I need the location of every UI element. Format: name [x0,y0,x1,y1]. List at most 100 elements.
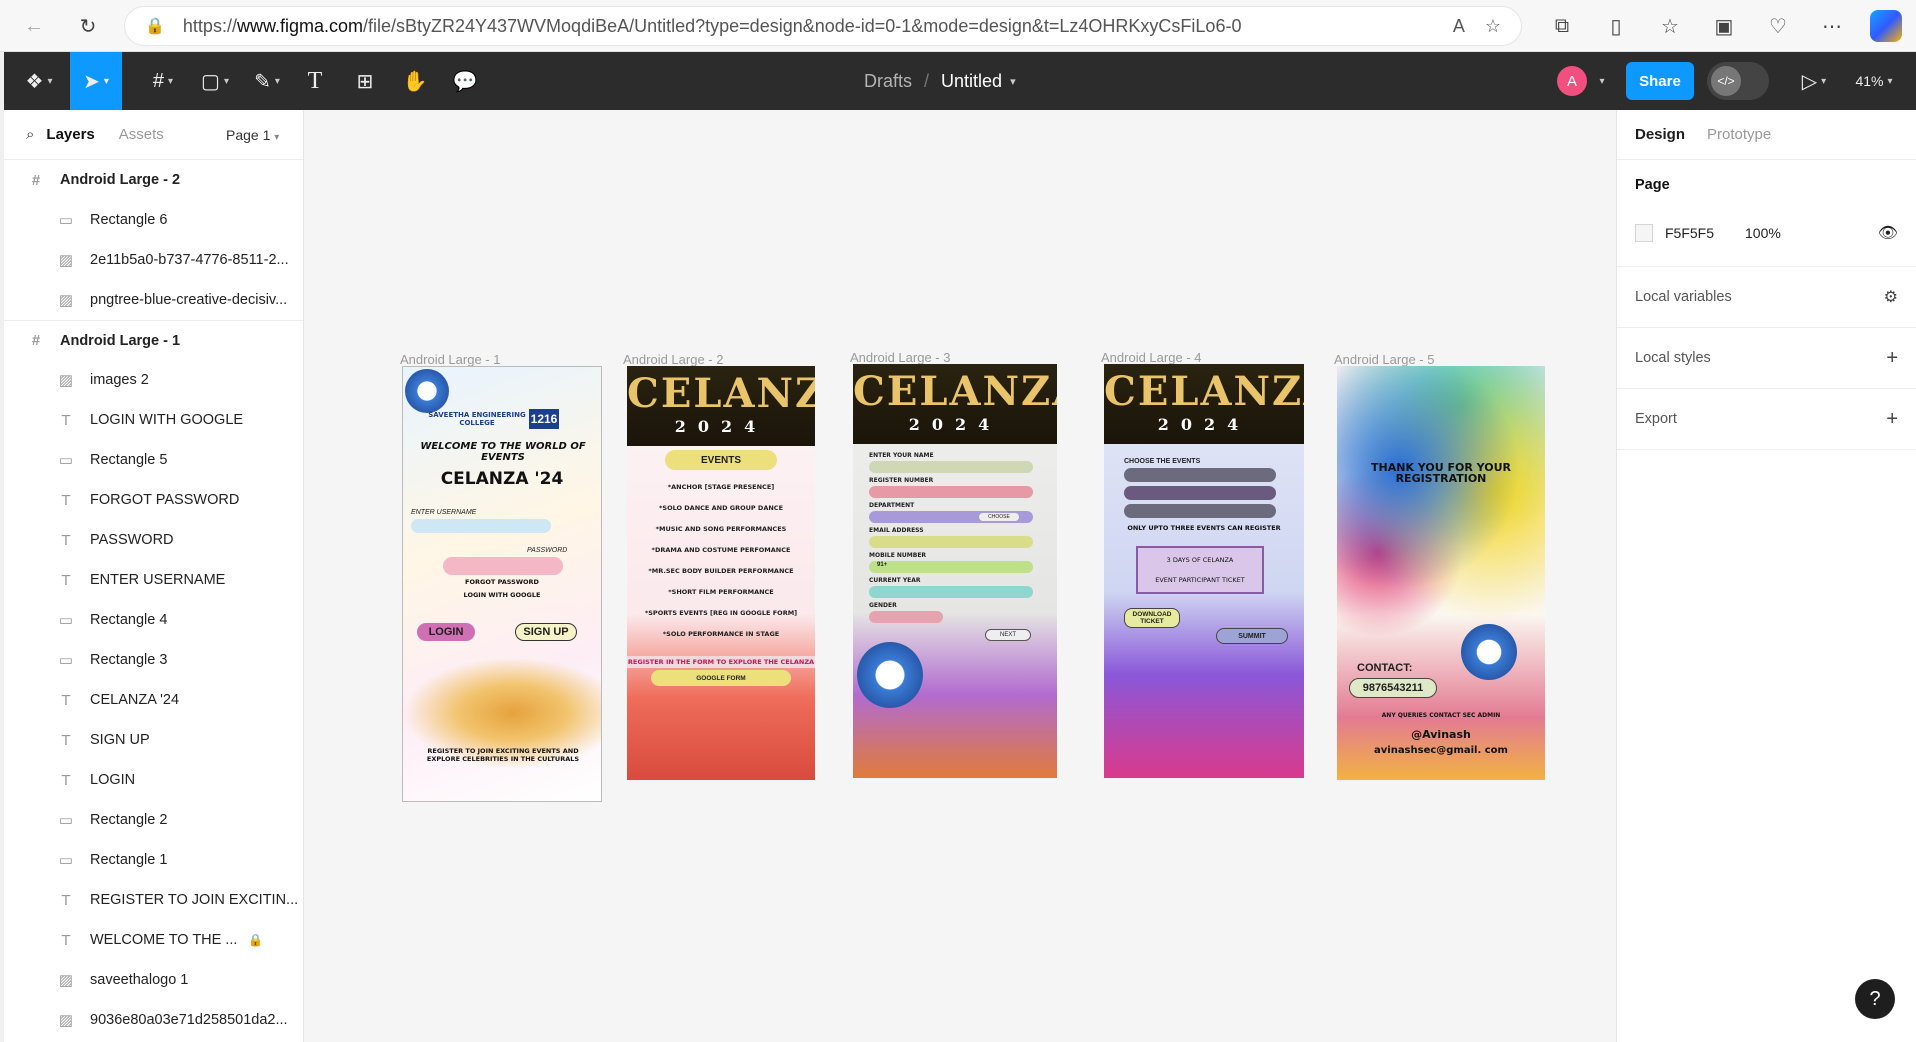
lock-icon[interactable]: 🔒 [248,933,263,947]
layer-item[interactable]: T LOGIN [4,760,303,800]
variables-sliders-icon[interactable]: ⚙ [1884,287,1898,307]
main-menu-button[interactable]: ❖ ▾ [14,52,64,110]
layer-item[interactable]: ▨ 2e11b5a0-b737-4776-8511-2... [4,240,303,280]
login-with-google-link[interactable]: LOGIN WITH GOOGLE [403,591,601,599]
add-style-icon[interactable]: + [1886,347,1898,370]
refresh-icon[interactable]: ↻ [68,6,108,46]
page-opacity-value[interactable]: 100% [1745,225,1878,241]
breadcrumb-drafts[interactable]: Drafts [864,71,912,92]
tab-assets[interactable]: Assets [119,126,164,143]
frame-label[interactable]: Android Large - 3 [850,350,950,365]
layer-item[interactable]: T PASSWORD [4,520,303,560]
layer-frame[interactable]: # Android Large - 2 [4,160,303,200]
copilot-icon[interactable] [1866,6,1906,46]
layer-item[interactable]: T WELCOME TO THE ... 🔒 [4,920,303,960]
search-icon[interactable]: ⌕ [26,126,34,143]
event-select-1[interactable] [1124,468,1276,482]
tab-prototype[interactable]: Prototype [1707,126,1771,143]
back-arrow-icon[interactable]: ← [14,6,54,46]
form-input[interactable] [869,586,1033,598]
eye-icon[interactable]: 👁 [1878,223,1898,243]
form-input[interactable] [869,536,1033,548]
dev-mode-toggle[interactable]: </> [1707,62,1769,100]
layer-item[interactable]: T CELANZA '24 [4,680,303,720]
share-button[interactable]: Share [1626,62,1694,100]
frame-android-large-5[interactable]: THANK YOU FOR YOUR REGISTRATION CONTACT:… [1337,366,1545,780]
layer-item[interactable]: T REGISTER TO JOIN EXCITIN... [4,880,303,920]
shape-tool-button[interactable]: ▢ ▾ [192,52,238,110]
chevron-down-icon[interactable]: ▾ [1594,52,1610,110]
layer-item[interactable]: T SIGN UP [4,720,303,760]
move-tool-button[interactable]: ➤ ▾ [70,52,122,110]
department-dropdown[interactable]: CHOOSE [979,513,1019,521]
browser-essentials-icon[interactable]: ♡ [1758,6,1798,46]
layer-item[interactable]: T LOGIN WITH GOOGLE [4,400,303,440]
layer-item[interactable]: T ENTER USERNAME [4,560,303,600]
form-input[interactable] [869,611,943,623]
color-swatch[interactable] [1635,224,1653,242]
download-ticket-button[interactable]: DOWNLOAD TICKET [1124,608,1180,628]
frame-android-large-3[interactable]: CELANZA2024 ENTER YOUR NAME REGISTER NUMB… [853,364,1057,778]
more-options-icon[interactable]: ⋯ [1812,6,1852,46]
frame-label[interactable]: Android Large - 4 [1101,350,1201,365]
google-form-button[interactable]: GOOGLE FORM [651,670,791,686]
layer-item[interactable]: ▭ Rectangle 6 [4,200,303,240]
frame-label[interactable]: Android Large - 1 [400,352,500,367]
username-field[interactable] [411,519,551,533]
password-field[interactable] [443,557,563,575]
favorites-icon[interactable]: ☆ [1650,6,1690,46]
next-button[interactable]: NEXT [985,629,1031,641]
layer-item[interactable]: ▨ saveethalogo 1 [4,960,303,1000]
layer-item[interactable]: ▭ Rectangle 3 [4,640,303,680]
layer-item[interactable]: ▨ 9036e80a03e71d258501da2... [4,1000,303,1040]
help-button[interactable]: ? [1855,979,1895,1019]
signup-button[interactable]: SIGN UP [515,623,577,641]
present-button[interactable]: ▷ ▾ [1792,52,1836,110]
layer-item[interactable]: ▨ images 2 [4,360,303,400]
zoom-dropdown[interactable]: 41% ▾ [1844,52,1904,110]
favorite-star-icon[interactable]: ☆ [1485,16,1501,37]
form-input[interactable] [869,561,1033,573]
local-variables-label[interactable]: Local variables [1635,289,1732,305]
tab-design[interactable]: Design [1635,126,1685,143]
form-input[interactable] [869,461,1033,473]
comment-tool-button[interactable]: 💬 [448,52,482,110]
layer-item[interactable]: ▭ Rectangle 1 [4,840,303,880]
split-screen-icon[interactable]: ▯ [1596,6,1636,46]
form-input[interactable] [869,486,1033,498]
layer-item[interactable]: ▭ Rectangle 2 [4,800,303,840]
layer-item[interactable]: T FORGOT PASSWORD [4,480,303,520]
tab-layers[interactable]: Layers [46,126,94,143]
layer-item[interactable]: ▭ Rectangle 4 [4,600,303,640]
frame-android-large-2[interactable]: CELANZA2024 EVENTS *ANCHOR [STAGE PRESEN… [627,366,815,780]
read-aloud-icon[interactable]: A [1453,16,1465,37]
address-bar[interactable]: 🔒 https://www.figma.com/file/sBtyZR24Y43… [124,6,1522,46]
collections-icon[interactable]: ▣ [1704,6,1744,46]
frame-label[interactable]: Android Large - 5 [1334,352,1434,367]
add-export-icon[interactable]: + [1886,408,1898,431]
frame-label[interactable]: Android Large - 2 [623,352,723,367]
page-color-value[interactable]: F5F5F5 [1665,225,1745,241]
pen-tool-button[interactable]: ✎ ▾ [244,52,290,110]
frame-android-large-4[interactable]: CELANZA2024 CHOOSE THE EVENTS ONLY UPTO … [1104,364,1304,778]
resources-button[interactable]: ⊞ [348,52,382,110]
event-select-2[interactable] [1124,486,1276,500]
frame-android-large-1[interactable]: SAVEETHA ENGINEERING COLLEGE 1216 WELCOM… [402,366,602,802]
submit-button[interactable]: SUMMIT [1216,628,1288,644]
design-canvas[interactable]: Android Large - 1 Android Large - 2 Andr… [304,110,1616,1042]
extensions-icon[interactable]: ⧉ [1542,6,1582,46]
frame-tool-button[interactable]: # ▾ [140,52,186,110]
page-selector[interactable]: Page 1 ▾ [226,127,279,143]
page-fill-row[interactable]: F5F5F5 100% 👁 [1635,210,1898,256]
layer-item[interactable]: ▭ Rectangle 5 [4,440,303,480]
avatar[interactable]: A [1557,66,1587,96]
layer-item[interactable]: ▨ pngtree-blue-creative-decisiv... [4,280,303,320]
hand-tool-button[interactable]: ✋ [398,52,432,110]
forgot-password-link[interactable]: FORGOT PASSWORD [403,578,601,586]
text-tool-button[interactable]: T [298,52,332,110]
layer-frame[interactable]: # Android Large - 1 [4,320,303,360]
chevron-down-icon[interactable]: ▾ [1010,75,1016,88]
event-select-3[interactable] [1124,504,1276,518]
file-title[interactable]: Untitled [941,71,1002,92]
login-button[interactable]: LOGIN [417,623,475,641]
